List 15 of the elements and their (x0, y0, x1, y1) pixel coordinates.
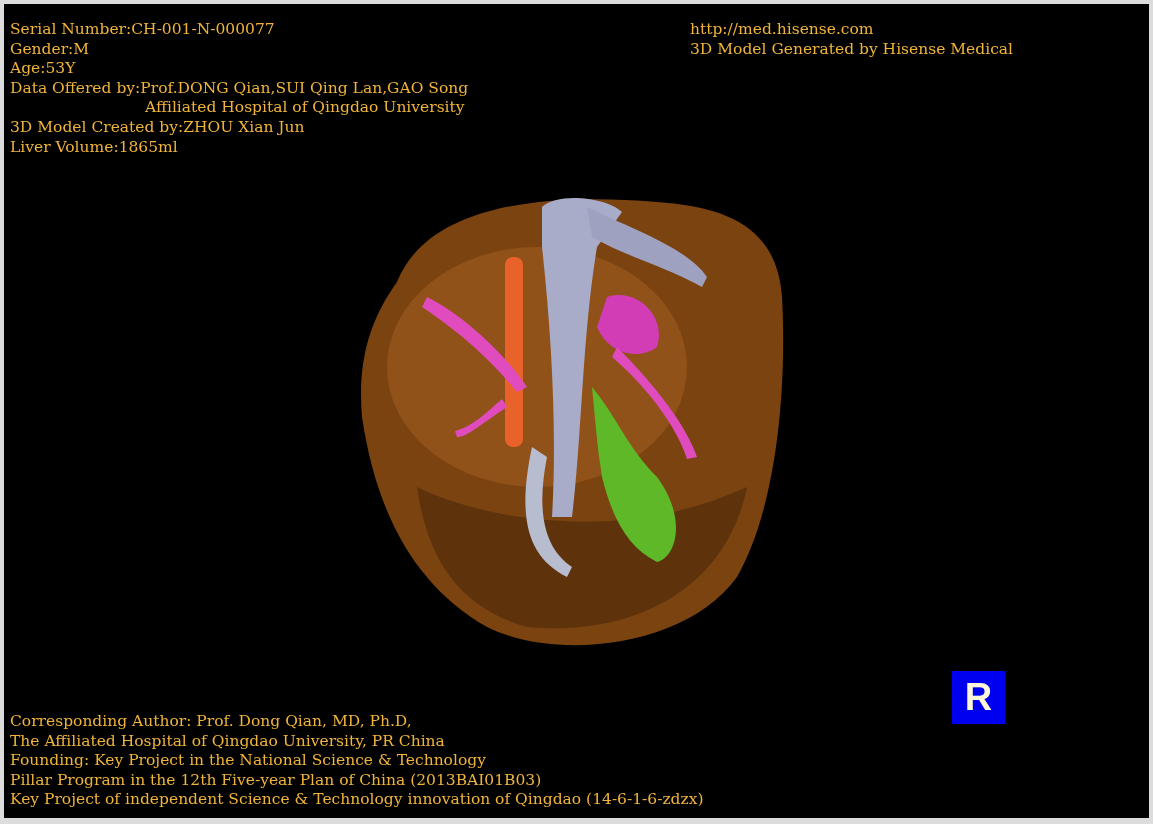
info-text: Liver Volume:1865ml (10, 137, 179, 158)
orientation-badge: R (952, 671, 1005, 724)
info-text: Serial Number:CH-001-N-000077 (10, 20, 276, 40)
info-text: 3D Model Created by:ZHOU Xian Jun (10, 117, 306, 138)
info-text: Age:53Y (10, 59, 77, 79)
credit-text: 3D Model Generated by Hisense Medical (690, 39, 1014, 60)
info-text: Affiliated Hospital of Qingdao University (144, 98, 466, 118)
credit-text: Pillar Program in the 12th Five-year Plan of China (2013BAI01B03) (10, 770, 543, 791)
credit-text: Founding: Key Project in the National Science & Technology (10, 751, 487, 771)
credit-text: Key Project of independent Science & Technology innovation of Qingdao (14-6-1-6-zdzx) (10, 790, 705, 810)
credit-text: Corresponding Author: Prof. Dong Qian, MD, Ph.D, (10, 712, 413, 732)
info-text: Gender:M (10, 39, 91, 60)
website-link[interactable]: http://med.hisense.com (690, 20, 874, 40)
credit-text: The Affiliated Hospital of Qingdao University, PR China (10, 731, 446, 752)
info-text: Data Offered by:Prof.DONG Qian,SUI Qing Lan,GAO Song (10, 78, 470, 99)
